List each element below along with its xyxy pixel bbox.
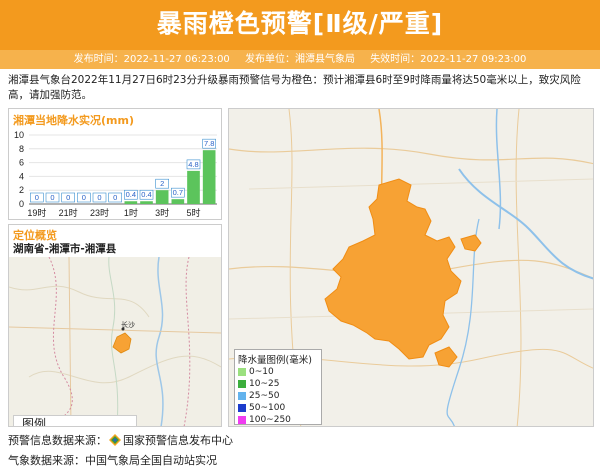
overview-map[interactable]: 长沙 图例 国界 省界 xyxy=(9,256,221,427)
rain-bar xyxy=(124,201,138,204)
data-label: 0 xyxy=(97,193,101,202)
data-label: 0.7 xyxy=(173,188,183,197)
x-tick-label: 3时 xyxy=(155,207,169,218)
overview-map-graphic: 长沙 xyxy=(9,256,221,426)
expire-time: 失效时间：2022-11-27 09:23:00 xyxy=(370,54,527,65)
swatch-icon xyxy=(238,391,246,400)
legend-10-25: 10~25 xyxy=(238,378,279,390)
y-tick-label: 2 xyxy=(19,185,24,195)
x-tick-label: 5时 xyxy=(186,207,200,218)
x-tick-label: 21时 xyxy=(59,207,78,218)
data-label: 0.4 xyxy=(126,190,136,199)
legend-25-50: 25~50 xyxy=(238,390,279,402)
rain-bar xyxy=(202,150,216,204)
rain-bar xyxy=(171,199,185,204)
warning-title: 暴雨橙色预警[Ⅱ级/严重] xyxy=(156,9,444,38)
rainfall-legend: 降水量图例(毫米) 0~10 10~25 25~50 50~100 100~25… xyxy=(234,349,322,425)
warning-description: 湘潭县气象台2022年11月27日6时23分升级暴雨预警信号为橙色：预计湘潭县6… xyxy=(8,74,581,101)
warning-meta-bar: 发布时间：2022-11-27 06:23:00 发布单位：湘潭县气象局 失效时… xyxy=(0,50,600,69)
rainfall-chart-panel: 0 2 4 6 8 10 0 0 0 0 0 0 0.4 0.4 2 0.7 4.8 7.8 19时 21时 23时 1时… xyxy=(8,108,222,220)
rainfall-legend-title: 降水量图例(毫米) xyxy=(238,355,312,366)
legend-50-100: 50~100 xyxy=(238,402,285,414)
weather-source-line: 气象数据来源：中国气象局全国自动站实况 xyxy=(8,454,217,467)
y-tick-label: 8 xyxy=(19,144,24,154)
y-tick-label: 10 xyxy=(14,130,24,140)
data-label: 2 xyxy=(160,179,164,188)
data-label: 0.4 xyxy=(141,190,151,199)
rain-bar xyxy=(140,201,153,204)
data-label: 4.8 xyxy=(188,160,198,169)
warning-source-name[interactable]: 国家预警信息发布中心 xyxy=(123,434,233,447)
y-tick-label: 4 xyxy=(19,171,24,181)
location-path: 湖南省-湘潭市-湘潭县 xyxy=(13,243,117,255)
data-label: 0 xyxy=(50,193,54,202)
legend-0-10: 0~10 xyxy=(238,366,274,378)
warning-center-logo-icon xyxy=(109,434,121,446)
warning-area-map[interactable]: 降水量图例(毫米) 0~10 10~25 25~50 50~100 100~25… xyxy=(228,108,594,427)
swatch-icon xyxy=(238,403,246,412)
data-label: 0 xyxy=(113,193,117,202)
warning-source-line: 预警信息数据来源： 国家预警信息发布中心 xyxy=(8,434,233,447)
x-tick-label: 1时 xyxy=(124,207,138,218)
overview-legend-title: 图例 xyxy=(22,417,47,427)
issue-time: 发布时间：2022-11-27 06:23:00 xyxy=(73,54,230,65)
rain-bar xyxy=(155,190,169,204)
rainfall-chart-title: 湘潭当地降水实况(mm) xyxy=(13,114,134,127)
y-tick-label: 6 xyxy=(19,158,24,168)
swatch-icon xyxy=(238,415,246,424)
warning-header: 暴雨橙色预警[Ⅱ级/严重] xyxy=(0,0,600,50)
data-label: 0 xyxy=(66,193,70,202)
data-label: 0 xyxy=(82,193,86,202)
data-label: 0 xyxy=(35,193,39,202)
rain-bar xyxy=(187,170,200,204)
y-tick-label: 0 xyxy=(19,199,24,209)
overview-legend: 图例 国界 省界 xyxy=(13,415,137,427)
x-tick-label: 23时 xyxy=(90,207,109,218)
swatch-icon xyxy=(238,379,246,388)
data-label: 7.8 xyxy=(204,139,214,148)
location-overview-panel: 定位概览 湖南省-湘潭市-湘潭县 长沙 图例 国界 省界 xyxy=(8,224,222,427)
legend-100-250: 100~250 xyxy=(238,414,291,426)
x-tick-label: 19时 xyxy=(27,207,46,218)
swatch-icon xyxy=(238,367,246,376)
issuer: 发布单位：湘潭县气象局 xyxy=(245,54,355,65)
